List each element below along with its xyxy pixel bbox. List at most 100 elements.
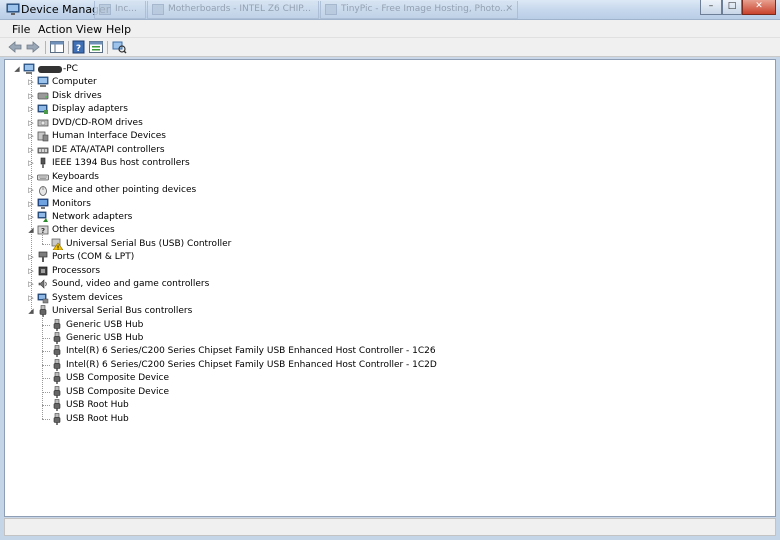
usb-icon bbox=[51, 399, 63, 412]
forward-arrow-icon[interactable] bbox=[25, 40, 41, 54]
display-adapter-icon bbox=[37, 103, 49, 115]
collapse-arrow-icon[interactable]: ◢ bbox=[27, 305, 35, 318]
tree-item-label: Disk drives bbox=[52, 90, 102, 101]
tree-connector-line bbox=[42, 243, 50, 245]
tree-connector-line bbox=[42, 351, 50, 353]
usb-icon bbox=[51, 359, 63, 371]
disk-drive-icon bbox=[37, 90, 49, 102]
properties-icon[interactable] bbox=[88, 40, 104, 54]
tree-item-label: USB Composite Device bbox=[66, 373, 170, 384]
tree-item-label: USB Composite Device bbox=[66, 386, 170, 397]
background-tab[interactable]: TinyPic - Free Image Hosting, Photo... ✕ bbox=[320, 1, 518, 19]
menu-file[interactable]: File bbox=[12, 23, 30, 36]
tree-connector-line bbox=[42, 316, 43, 419]
tree-item-label: Universal Serial Bus controllers bbox=[52, 306, 193, 317]
tree-item-label: Processors bbox=[52, 265, 101, 276]
tab-page-icon bbox=[152, 4, 164, 15]
svg-text:!: ! bbox=[57, 245, 59, 250]
usb-icon bbox=[51, 345, 63, 358]
expand-arrow-icon[interactable]: ▷ bbox=[27, 103, 35, 116]
tree-item-label: IEEE 1394 Bus host controllers bbox=[52, 158, 190, 169]
device-manager-icon bbox=[6, 3, 20, 16]
expand-arrow-icon[interactable]: ▷ bbox=[27, 251, 35, 264]
other-devices-icon: ? bbox=[37, 224, 49, 236]
expand-arrow-icon[interactable]: ▷ bbox=[27, 90, 35, 103]
expand-arrow-icon[interactable]: ▷ bbox=[27, 211, 35, 224]
menu-help[interactable]: Help bbox=[106, 23, 131, 36]
tree-item-label: USB Root Hub bbox=[66, 400, 129, 411]
dvd-drive-icon bbox=[37, 117, 49, 129]
minimize-button[interactable]: – bbox=[700, 0, 722, 15]
warning-device-icon: ! bbox=[51, 238, 63, 250]
tree-item-label: Monitors bbox=[52, 198, 91, 209]
menu-view[interactable]: View bbox=[76, 23, 102, 36]
expand-arrow-icon[interactable]: ▷ bbox=[27, 292, 35, 305]
tree-item-label: USB Root Hub bbox=[66, 413, 129, 424]
tree-item-label: IDE ATA/ATAPI controllers bbox=[52, 144, 165, 155]
tree-connector-line bbox=[42, 338, 50, 339]
expand-arrow-icon[interactable]: ▷ bbox=[27, 171, 35, 184]
expand-arrow-icon[interactable]: ▷ bbox=[27, 157, 35, 170]
usb-icon bbox=[51, 372, 63, 385]
system-devices-icon bbox=[37, 292, 49, 304]
processor-icon bbox=[37, 265, 49, 277]
menu-bar: File Action View Help bbox=[0, 20, 780, 38]
tree-item-label: Human Interface Devices bbox=[52, 131, 166, 142]
device-tree-pane[interactable]: ◢ -PC ▷ Computer ▷ Disk drives ▷ Display adapte… bbox=[4, 59, 776, 517]
usb-icon bbox=[37, 305, 49, 318]
status-bar bbox=[4, 518, 776, 536]
tree-item-label: Keyboards bbox=[52, 171, 99, 182]
expand-arrow-icon[interactable]: ▷ bbox=[27, 117, 35, 130]
window-frame-bottom bbox=[0, 536, 780, 540]
help-icon[interactable]: ? bbox=[71, 40, 87, 54]
monitor-icon bbox=[37, 198, 49, 210]
expand-arrow-icon[interactable]: ▷ bbox=[27, 265, 35, 278]
toolbar-separator bbox=[45, 41, 46, 54]
expand-arrow-icon[interactable]: ▷ bbox=[27, 278, 35, 291]
tree-connector-line bbox=[42, 324, 50, 326]
tree-item-label: Mice and other pointing devices bbox=[52, 185, 197, 196]
usb-icon bbox=[51, 318, 63, 331]
scan-hardware-icon[interactable] bbox=[111, 40, 127, 54]
collapse-arrow-icon[interactable]: ◢ bbox=[27, 224, 35, 237]
tree-item-label: Ports (COM & LPT) bbox=[52, 252, 135, 263]
tab-page-icon bbox=[325, 4, 337, 15]
tree-item-label: Intel(R) 6 Series/C200 Series Chipset Fa… bbox=[66, 359, 437, 370]
expand-arrow-icon[interactable]: ▷ bbox=[27, 184, 35, 197]
background-tab[interactable]: Motherboards - INTEL Z6 CHIP... bbox=[147, 1, 319, 19]
expand-arrow-icon[interactable]: ▷ bbox=[27, 198, 35, 211]
tree-connector-line bbox=[42, 378, 50, 380]
mouse-icon bbox=[37, 184, 49, 196]
tree-connector-line bbox=[42, 235, 43, 244]
sound-icon bbox=[37, 278, 49, 290]
tree-connector-line bbox=[42, 405, 50, 407]
tab-label: Motherboards - INTEL Z6 CHIP... bbox=[168, 4, 311, 14]
tab-close-icon[interactable]: ✕ bbox=[505, 4, 513, 14]
tree-item-label: Other devices bbox=[52, 225, 115, 236]
close-button[interactable]: ✕ bbox=[742, 0, 776, 15]
tree-item-label: System devices bbox=[52, 292, 123, 303]
tree-item-label: Universal Serial Bus (USB) Controller bbox=[66, 238, 232, 249]
show-hide-console-tree-icon[interactable] bbox=[49, 40, 65, 54]
toolbar-separator bbox=[107, 41, 108, 54]
tree-item-label: Computer bbox=[52, 77, 97, 88]
back-arrow-icon[interactable] bbox=[7, 40, 23, 54]
maximize-button[interactable]: □ bbox=[722, 0, 742, 15]
port-icon bbox=[37, 251, 49, 263]
tree-connector-line bbox=[42, 364, 50, 366]
expand-arrow-icon[interactable]: ▷ bbox=[27, 130, 35, 143]
title-bar[interactable]: Device Manager Inc... Motherboards - INT… bbox=[0, 0, 780, 20]
tab-label: Inc... bbox=[115, 4, 137, 14]
tree-item-label: Intel(R) 6 Series/C200 Series Chipset Fa… bbox=[66, 346, 436, 357]
expand-arrow-icon[interactable]: ▷ bbox=[27, 76, 35, 89]
expand-arrow-icon[interactable]: ▷ bbox=[27, 144, 35, 157]
background-tab[interactable]: Inc... bbox=[94, 1, 146, 19]
collapse-arrow-icon[interactable]: ◢ bbox=[13, 63, 21, 76]
svg-text:?: ? bbox=[41, 227, 45, 235]
hid-icon bbox=[37, 130, 49, 142]
tree-item-label: Generic USB Hub bbox=[66, 333, 144, 343]
usb-icon bbox=[51, 332, 63, 344]
tree-connector-line bbox=[42, 418, 50, 420]
tree-item-label: Display adapters bbox=[52, 104, 128, 115]
menu-action[interactable]: Action bbox=[38, 23, 72, 36]
